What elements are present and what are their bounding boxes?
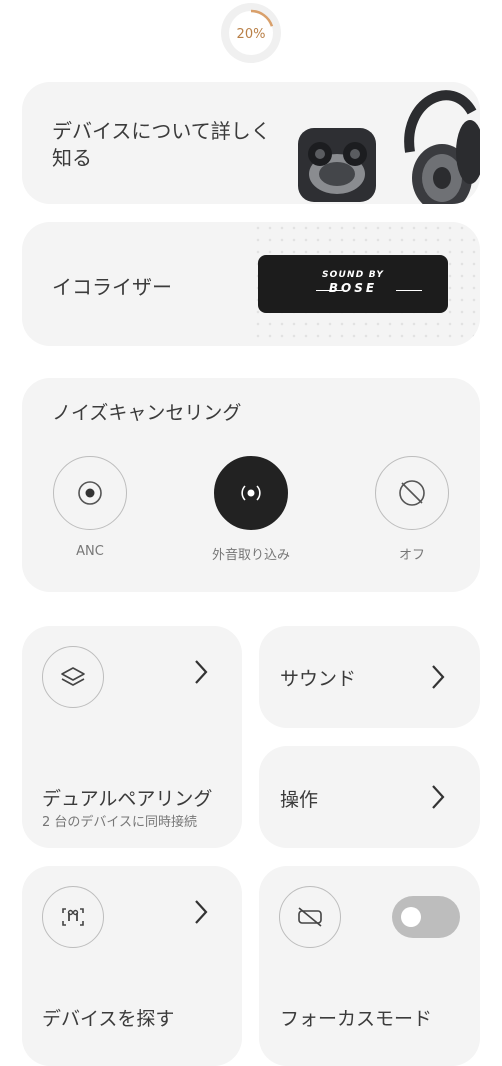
- sound-card[interactable]: サウンド: [259, 626, 480, 728]
- device-product-image: [298, 90, 480, 204]
- find-device-title: デバイスを探す: [42, 1008, 175, 1030]
- sound-by-bose-logo: SOUND BY BOSE: [258, 255, 448, 313]
- aware-icon: [240, 484, 261, 501]
- mode-off-label: オフ: [398, 548, 425, 563]
- controls-title: 操作: [280, 789, 319, 811]
- dual-pairing-subtitle: 2 台のデバイスに同時接続: [42, 815, 198, 830]
- mode-off-button[interactable]: [375, 456, 449, 530]
- find-device-card[interactable]: デバイスを探す: [22, 866, 242, 1066]
- dual-pairing-title: デュアルペアリング: [42, 788, 213, 810]
- focus-mode-title: フォーカスモード: [280, 1008, 433, 1030]
- focus-mode-card: フォーカスモード: [259, 866, 480, 1066]
- focus-mode-icon-circle: [279, 886, 341, 948]
- logo-line1: SOUND BY: [321, 270, 385, 280]
- chevron-right-icon: [195, 900, 208, 924]
- dual-pairing-icon-circle: [42, 646, 104, 708]
- sound-title: サウンド: [280, 668, 357, 690]
- controls-card[interactable]: 操作: [259, 746, 480, 848]
- logo-line2: BOSE: [328, 281, 378, 295]
- find-device-icon-circle: [42, 886, 104, 948]
- noise-cancelling-title: ノイズキャンセリング: [52, 402, 242, 424]
- equalizer-title: イコライザー: [52, 275, 172, 299]
- chevron-right-icon: [432, 785, 445, 809]
- mode-anc-button[interactable]: [53, 456, 127, 530]
- chevron-right-icon: [432, 665, 445, 689]
- battery-indicator: 20%: [218, 2, 284, 64]
- learn-card-title: デバイスについて詳しく知る: [52, 119, 271, 170]
- mode-aware-button[interactable]: [214, 456, 288, 530]
- mode-aware-label: 外音取り込み: [211, 548, 290, 563]
- earbuds-icon: [61, 907, 84, 926]
- focus-mode-toggle[interactable]: [392, 896, 460, 938]
- mode-anc-label: ANC: [76, 544, 104, 559]
- layers-icon: [60, 666, 85, 686]
- off-icon: [398, 479, 425, 506]
- dual-pairing-card[interactable]: デュアルペアリング 2 台のデバイスに同時接続: [22, 626, 242, 848]
- toggle-knob: [401, 907, 421, 927]
- anc-icon: [77, 480, 102, 505]
- equalizer-card[interactable]: イコライザー SOUND BY BOSE: [22, 222, 480, 346]
- noise-cancelling-card: ノイズキャンセリング ANC 外音取り込み オフ: [22, 378, 480, 592]
- chevron-right-icon: [195, 660, 208, 684]
- focus-off-icon: [297, 906, 322, 927]
- learn-about-device-card[interactable]: デバイスについて詳しく知る: [22, 82, 480, 204]
- battery-percent-label: 20%: [237, 27, 266, 42]
